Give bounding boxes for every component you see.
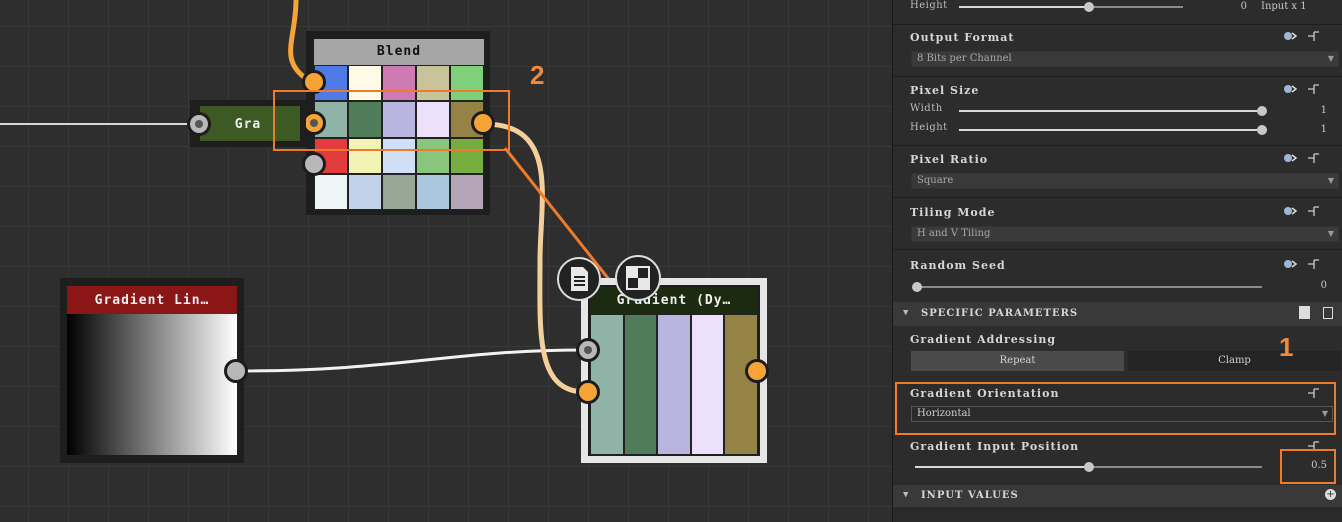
callout-box-1 [895,382,1336,435]
link-parameter-icon[interactable] [1282,81,1298,95]
gradient-linear-output-port[interactable] [224,359,248,383]
blend-swatch-cell [382,173,416,210]
pixel-size-width-thumb[interactable] [1257,106,1267,116]
save-preset-icon[interactable] [1299,306,1310,319]
blend-input-port-3[interactable] [302,152,326,176]
expose-parameter-icon[interactable] [1306,150,1322,164]
add-icon[interactable]: + [1325,489,1336,500]
pixel-ratio-title: Pixel Ratio [910,153,989,166]
separator [893,76,1342,77]
blend-node-title: Blend [376,44,422,59]
gradient-linear-node[interactable]: Gradient Lin… [60,278,244,463]
node-graph-canvas[interactable]: Blend Gra Gradient Lin… Gradient (Dy… 2 [0,0,892,522]
gradient-stripe [690,314,725,455]
document-icon[interactable] [557,257,601,301]
addressing-clamp-label: Clamp [1218,355,1251,366]
specific-parameters-label: SPECIFIC PARAMETERS [921,308,1079,319]
pixel-ratio-dropdown[interactable]: Square ▼ [911,173,1339,189]
height-top-suffix: Input x 1 [1261,1,1307,12]
separator [893,197,1342,198]
pixel-size-height-value: 1 [1320,124,1327,135]
gradient-linear-title: Gradient Lin… [94,293,210,308]
pixel-size-width-value: 1 [1320,105,1327,116]
blend-swatch-cell [314,173,348,210]
wire-lin-to-dyn [237,348,586,373]
output-format-title: Output Format [910,31,1015,44]
blend-swatch-cell [348,173,382,210]
gra-input-port[interactable] [187,112,211,136]
link-parameter-icon[interactable] [1282,203,1298,217]
chevron-down-icon: ▼ [1327,54,1334,63]
random-seed-title: Random Seed [910,259,1006,272]
separator [893,249,1342,250]
random-seed-track[interactable] [915,286,1262,288]
chevron-down-icon: ▼ [903,490,909,500]
pixel-size-width-label: Width [910,103,943,114]
expose-parameter-icon[interactable] [1306,256,1322,270]
gradient-addressing-title: Gradient Addressing [910,333,1057,346]
separator [893,24,1342,25]
gradient-input-position-title: Gradient Input Position [910,440,1080,453]
addressing-repeat-button[interactable]: Repeat [911,351,1124,371]
gradient-dynamic-input-port-1[interactable] [576,338,600,362]
properties-panel: Height 0 Input x 1 Output Format 8 Bits … [892,0,1342,522]
input-position-fill [915,466,1089,468]
pixel-size-height-label: Height [910,122,948,133]
input-position-thumb[interactable] [1084,462,1094,472]
random-seed-value: 0 [1320,280,1327,291]
gradient-dynamic-input-port-2[interactable] [576,380,600,404]
input-values-label: INPUT VALUES [921,490,1019,501]
output-format-value: 8 Bits per Channel [917,53,1012,64]
expose-parameter-icon[interactable] [1306,203,1322,217]
gradient-stripe [724,314,758,455]
link-parameter-icon[interactable] [1282,28,1298,42]
expose-parameter-icon[interactable] [1306,28,1322,42]
chevron-down-icon: ▼ [903,308,909,318]
paste-preset-icon[interactable] [1323,307,1333,319]
link-parameter-icon[interactable] [1282,256,1298,270]
specific-parameters-header[interactable]: ▼ SPECIFIC PARAMETERS [893,302,1342,326]
link-parameter-icon[interactable] [1282,150,1298,164]
pixel-size-width-track[interactable] [959,110,1262,112]
gradient-stripe [623,314,658,455]
chevron-down-icon: ▼ [1327,229,1334,238]
gradient-dynamic-node[interactable]: Gradient (Dy… [581,278,767,463]
output-format-dropdown[interactable]: 8 Bits per Channel ▼ [911,51,1339,67]
tiling-mode-value: H and V Tiling [917,228,991,239]
chevron-down-icon: ▼ [1327,176,1334,185]
height-top-slider-fill [959,6,1089,8]
gradient-stripe [657,314,691,455]
height-top-value: 0 [1240,1,1247,12]
tiling-mode-title: Tiling Mode [910,206,996,219]
gradient-dynamic-preview [590,314,758,455]
pixel-size-height-thumb[interactable] [1257,125,1267,135]
tiling-mode-dropdown[interactable]: H and V Tiling ▼ [911,226,1339,242]
addressing-clamp-button[interactable]: Clamp [1128,351,1341,371]
callout-number-1: 1 [1279,332,1294,362]
callout-box-1b [1280,449,1336,484]
pixel-size-title: Pixel Size [910,84,980,97]
checker-preview-icon[interactable] [615,255,661,301]
expose-parameter-icon[interactable] [1306,81,1322,95]
gradient-linear-preview [67,314,237,455]
panel-bottom-bar [893,507,1342,522]
gradient-dynamic-title: Gradient (Dy… [616,293,732,308]
gradient-dynamic-output-port[interactable] [745,359,769,383]
blend-swatch-cell [450,173,484,210]
callout-box-2 [273,90,510,151]
separator [893,145,1342,146]
height-top-slider-thumb[interactable] [1083,2,1094,12]
height-top-label: Height [910,0,948,11]
callout-number-2: 2 [530,60,545,90]
addressing-repeat-label: Repeat [999,355,1036,366]
blend-swatch-cell [416,173,450,210]
pixel-size-height-track[interactable] [959,129,1262,131]
random-seed-thumb[interactable] [912,282,922,292]
pixel-ratio-value: Square [917,175,954,186]
input-values-header[interactable]: ▼ INPUT VALUES + [893,485,1342,507]
